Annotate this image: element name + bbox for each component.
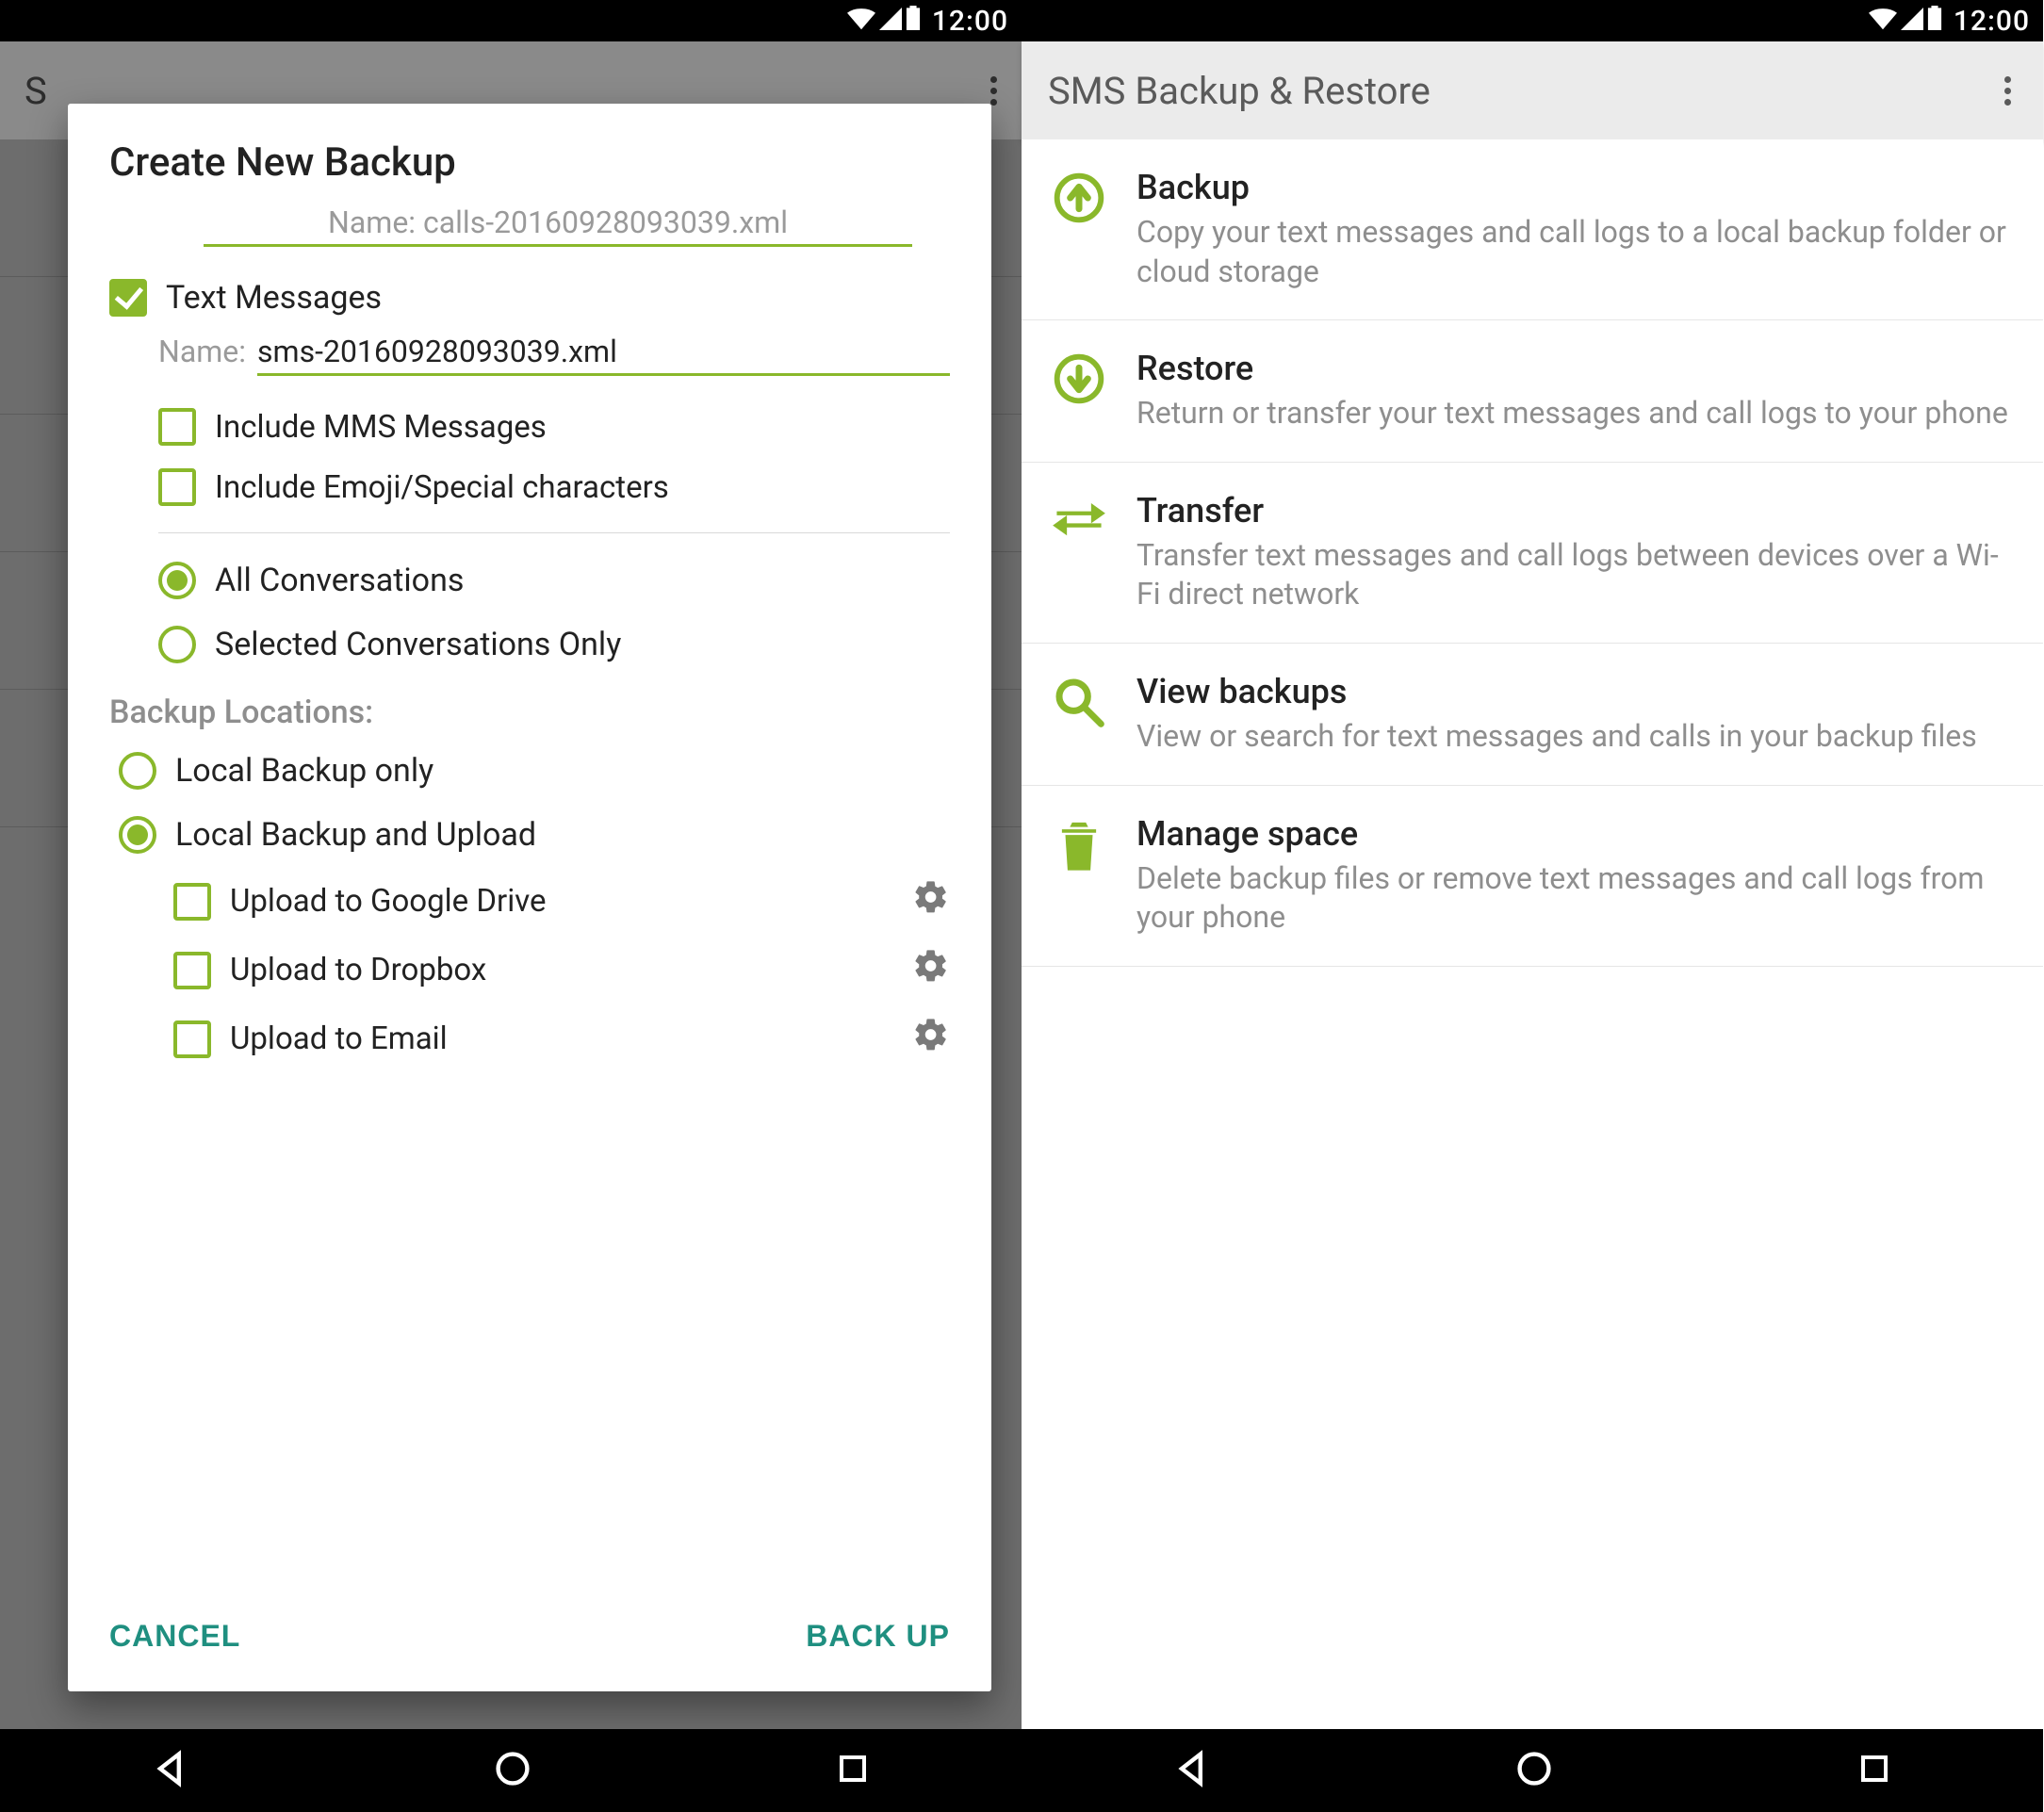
battery-icon bbox=[1927, 5, 1942, 38]
menu-item-desc: View or search for text messages and cal… bbox=[1136, 717, 2017, 757]
radio-icon[interactable] bbox=[158, 626, 196, 663]
wifi-icon bbox=[1869, 5, 1897, 38]
menu-item-desc: Copy your text messages and call logs to… bbox=[1136, 213, 2017, 291]
nav-bar bbox=[0, 1729, 1022, 1812]
text-messages-label: Text Messages bbox=[166, 279, 382, 317]
sms-filename-field[interactable]: sms-20160928093039.xml bbox=[257, 334, 950, 376]
calls-filename-field[interactable]: Name: calls-20160928093039.xml bbox=[204, 204, 912, 247]
home-icon[interactable] bbox=[492, 1748, 533, 1793]
dialog-actions: CANCEL BACK UP bbox=[68, 1585, 991, 1691]
menu-item-title: Manage space bbox=[1136, 814, 2017, 854]
transfer-icon bbox=[1048, 491, 1110, 540]
menu-item-desc: Delete backup files or remove text messa… bbox=[1136, 859, 2017, 938]
local-backup-only-radio-row[interactable]: Local Backup only bbox=[119, 739, 950, 803]
gear-icon[interactable] bbox=[912, 1016, 950, 1062]
dialog-body[interactable]: Name: calls-20160928093039.xml Text Mess… bbox=[68, 204, 991, 1585]
checkbox-icon[interactable] bbox=[173, 952, 211, 989]
trash-icon bbox=[1048, 814, 1110, 873]
text-messages-checkbox-row[interactable]: Text Messages bbox=[109, 269, 950, 326]
menu-item-manage-space[interactable]: Manage space Delete backup files or remo… bbox=[1022, 786, 2043, 967]
menu-item-title: Backup bbox=[1136, 168, 2017, 207]
local-backup-upload-radio-row[interactable]: Local Backup and Upload bbox=[119, 803, 950, 867]
nav-bar bbox=[1022, 1729, 2043, 1812]
bg-app-title-stub: S bbox=[25, 69, 47, 113]
checkbox-icon[interactable] bbox=[173, 883, 211, 921]
app-title: SMS Backup & Restore bbox=[1048, 69, 1431, 113]
recent-apps-icon[interactable] bbox=[834, 1750, 872, 1791]
wifi-icon bbox=[847, 5, 875, 38]
upload-gdrive-label: Upload to Google Drive bbox=[230, 883, 893, 920]
app-bar: SMS Backup & Restore bbox=[1022, 41, 2043, 139]
radio-selected-icon[interactable] bbox=[158, 562, 196, 599]
home-icon[interactable] bbox=[1513, 1748, 1555, 1793]
phone-right: 12:00 SMS Backup & Restore Backup Copy y… bbox=[1022, 0, 2043, 1812]
menu-item-title: Restore bbox=[1136, 349, 2017, 388]
sms-filename-row[interactable]: Name: sms-20160928093039.xml bbox=[158, 334, 950, 376]
include-emoji-checkbox-row[interactable]: Include Emoji/Special characters bbox=[158, 457, 950, 517]
main-menu-list: Backup Copy your text messages and call … bbox=[1022, 139, 2043, 967]
menu-item-restore[interactable]: Restore Return or transfer your text mes… bbox=[1022, 320, 2043, 463]
include-mms-label: Include MMS Messages bbox=[215, 409, 547, 446]
status-time: 12:00 bbox=[932, 5, 1008, 38]
menu-item-title: View backups bbox=[1136, 672, 2017, 711]
menu-item-title: Transfer bbox=[1136, 491, 2017, 531]
include-emoji-label: Include Emoji/Special characters bbox=[215, 469, 669, 506]
cancel-button[interactable]: CANCEL bbox=[109, 1619, 240, 1654]
upload-email-label: Upload to Email bbox=[230, 1020, 893, 1057]
gear-icon[interactable] bbox=[912, 947, 950, 993]
selected-conversations-label: Selected Conversations Only bbox=[215, 626, 621, 663]
menu-item-view-backups[interactable]: View backups View or search for text mes… bbox=[1022, 644, 2043, 786]
dialog-title: Create New Backup bbox=[68, 139, 991, 204]
menu-item-backup[interactable]: Backup Copy your text messages and call … bbox=[1022, 139, 2043, 320]
checkbox-icon[interactable] bbox=[173, 1020, 211, 1058]
status-bar: 12:00 bbox=[0, 0, 1022, 41]
radio-icon[interactable] bbox=[119, 752, 156, 790]
radio-selected-icon[interactable] bbox=[119, 816, 156, 854]
local-backup-upload-label: Local Backup and Upload bbox=[175, 816, 536, 854]
battery-icon bbox=[906, 5, 921, 38]
back-icon[interactable] bbox=[1171, 1748, 1213, 1793]
overflow-menu-icon[interactable] bbox=[1999, 71, 2017, 111]
upload-dropbox-label: Upload to Dropbox bbox=[230, 952, 893, 988]
checkbox-icon[interactable] bbox=[158, 408, 196, 446]
name-label: Name: bbox=[158, 334, 246, 369]
back-icon[interactable] bbox=[150, 1748, 191, 1793]
all-conversations-label: All Conversations bbox=[215, 562, 464, 599]
create-backup-dialog: Create New Backup Name: calls-2016092809… bbox=[68, 104, 991, 1691]
recent-apps-icon[interactable] bbox=[1856, 1750, 1893, 1791]
include-mms-checkbox-row[interactable]: Include MMS Messages bbox=[158, 397, 950, 457]
local-backup-only-label: Local Backup only bbox=[175, 752, 433, 790]
overflow-menu-icon bbox=[990, 76, 997, 106]
checkbox-checked-icon[interactable] bbox=[109, 279, 147, 317]
upload-dropbox-row[interactable]: Upload to Dropbox bbox=[173, 936, 950, 1004]
menu-item-transfer[interactable]: Transfer Transfer text messages and call… bbox=[1022, 463, 2043, 644]
restore-icon bbox=[1048, 349, 1110, 405]
search-icon bbox=[1048, 672, 1110, 728]
selected-conversations-radio-row[interactable]: Selected Conversations Only bbox=[158, 612, 950, 677]
backup-icon bbox=[1048, 168, 1110, 224]
phone-left: 12:00 S Create New Backup Name: calls-20… bbox=[0, 0, 1022, 1812]
backup-button[interactable]: BACK UP bbox=[806, 1619, 950, 1654]
upload-email-row[interactable]: Upload to Email bbox=[173, 1004, 950, 1073]
status-bar: 12:00 bbox=[1022, 0, 2043, 41]
cell-signal-icon bbox=[1901, 5, 1923, 38]
gear-icon[interactable] bbox=[912, 878, 950, 924]
all-conversations-radio-row[interactable]: All Conversations bbox=[158, 548, 950, 612]
upload-gdrive-row[interactable]: Upload to Google Drive bbox=[173, 867, 950, 936]
menu-item-desc: Return or transfer your text messages an… bbox=[1136, 394, 2017, 433]
backup-locations-label: Backup Locations: bbox=[109, 694, 950, 731]
status-time: 12:00 bbox=[1954, 5, 2030, 38]
checkbox-icon[interactable] bbox=[158, 468, 196, 506]
cell-signal-icon bbox=[879, 5, 902, 38]
menu-item-desc: Transfer text messages and call logs bet… bbox=[1136, 536, 2017, 614]
